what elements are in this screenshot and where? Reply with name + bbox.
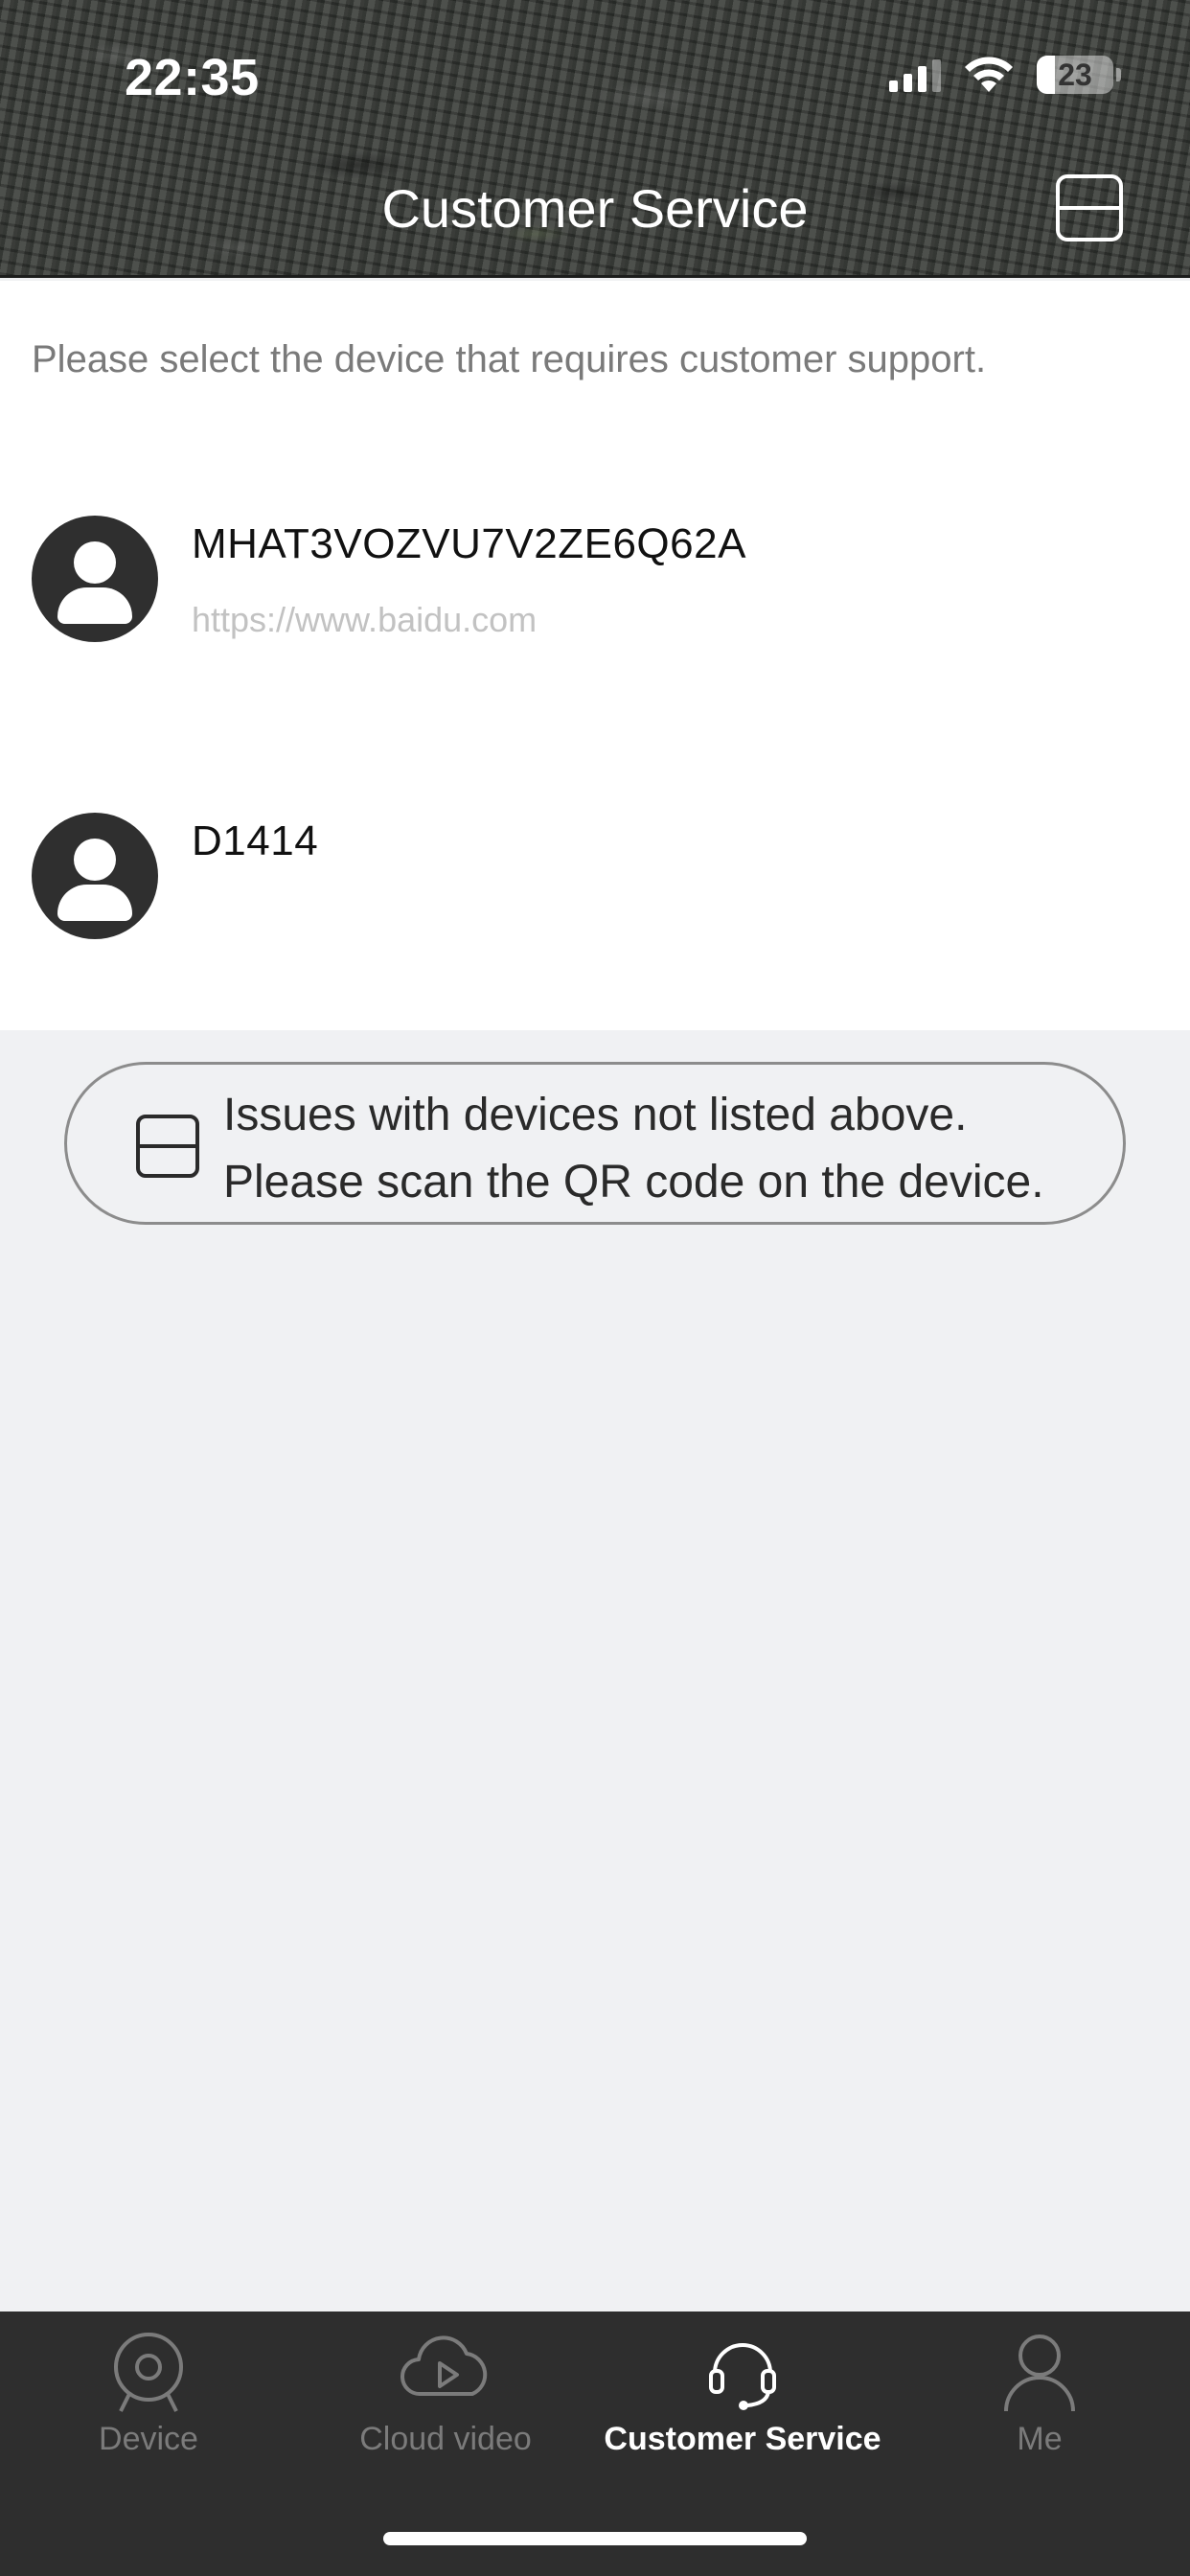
tab-label: Cloud video: [359, 2421, 532, 2457]
headset-icon: [709, 2343, 776, 2410]
cellular-signal-icon: [889, 58, 941, 92]
wifi-icon: [965, 57, 1013, 92]
battery-icon: 23: [1037, 56, 1121, 94]
battery-level: 23: [1058, 57, 1092, 92]
cloud-play-icon: [400, 2335, 488, 2397]
tab-label: Me: [1017, 2421, 1063, 2457]
page-title: Customer Service: [381, 178, 809, 239]
customer-service-screen: 22:35 23 Customer Service Please select: [0, 0, 1190, 2576]
device-name: D1414: [192, 817, 319, 864]
device-name: MHAT3VOZVU7V2ZE6Q62A: [192, 520, 746, 567]
status-icons: 23: [889, 56, 1121, 94]
scan-qr-icon: [136, 1115, 199, 1178]
scan-qr-icon[interactable]: [1056, 174, 1123, 242]
device-list-panel: Please select the device that requires c…: [0, 281, 1190, 1030]
camera-icon: [114, 2333, 183, 2412]
tab-me[interactable]: Me: [929, 2312, 1150, 2503]
user-avatar-icon: [32, 813, 158, 939]
instruction-text: Please select the device that requires c…: [32, 338, 987, 380]
scan-prompt-line1: Issues with devices not listed above.: [223, 1090, 968, 1140]
device-list-item[interactable]: D1414: [0, 794, 1190, 1014]
device-url: https://www.baidu.com: [192, 600, 538, 639]
status-time: 22:35: [125, 49, 260, 106]
home-indicator[interactable]: [383, 2532, 807, 2545]
person-icon: [1004, 2334, 1075, 2412]
scan-prompt-line2: Please scan the QR code on the device.: [223, 1157, 1044, 1208]
tab-customer-service[interactable]: Customer Service: [589, 2312, 896, 2503]
scan-prompt-text: Issues with devices not listed above. Pl…: [223, 1082, 1044, 1216]
tab-device[interactable]: Device: [38, 2312, 259, 2503]
tab-cloud-video[interactable]: Cloud video: [335, 2312, 556, 2503]
header: 22:35 23 Customer Service: [0, 0, 1190, 278]
user-avatar-icon: [32, 516, 158, 642]
scan-device-qr-button[interactable]: Issues with devices not listed above. Pl…: [64, 1062, 1126, 1225]
tab-label: Customer Service: [604, 2421, 881, 2457]
device-list-item[interactable]: MHAT3VOZVU7V2ZE6Q62A https://www.baidu.c…: [0, 496, 1190, 717]
tab-label: Device: [99, 2421, 198, 2457]
